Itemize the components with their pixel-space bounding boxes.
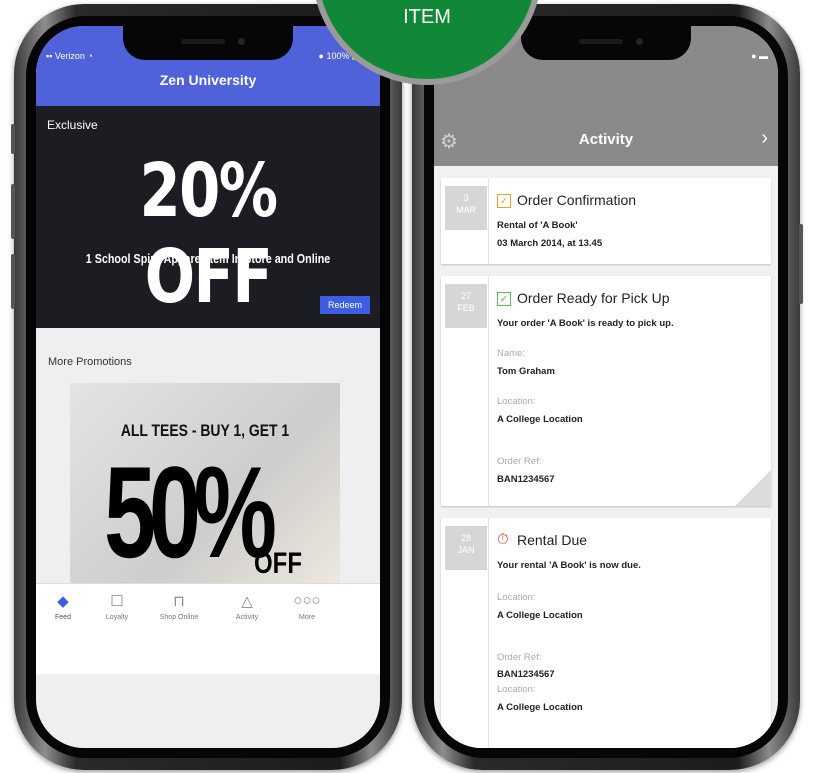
cup-icon: ☐ [110, 593, 124, 610]
promo-subtitle: 1 School Spirit Apparel Item In Store an… [85, 252, 331, 266]
checkbox-icon: ✓ [497, 194, 511, 208]
location-value: A College Location [497, 414, 583, 425]
dots-icon: ○○○ [293, 592, 321, 609]
stopwatch-icon: ⏱ [497, 531, 509, 548]
card-line: 03 March 2014, at 13.45 [497, 238, 603, 249]
tab-loyalty[interactable]: ☐ Loyalty [90, 592, 144, 621]
card-line: Your order 'A Book' is ready to pick up. [497, 318, 674, 329]
card-title: Rental Due [517, 532, 588, 548]
tab-activity[interactable]: △ Activity [220, 592, 274, 621]
app-title: Zen University [159, 72, 257, 88]
badge-text: ITEM [403, 6, 451, 28]
redeem-button[interactable]: Redeem [319, 296, 370, 314]
volume-up-button [11, 184, 15, 239]
tag-icon: ◆ [57, 593, 69, 610]
tee-promo-card[interactable]: ALL TEES - BUY 1, GET 1 50% OFF [70, 383, 340, 583]
card-title: Order Ready for Pick Up [517, 290, 670, 306]
date-badge: 3 MAR [445, 186, 487, 230]
date-badge: 28 JAN [445, 526, 487, 570]
tee-promo-off: OFF [254, 547, 302, 580]
name-value: Tom Graham [497, 366, 555, 377]
bag-icon: ⊓ [173, 593, 185, 610]
bell-icon: △ [241, 593, 253, 610]
location-value: A College Location [497, 610, 583, 621]
order-ref-value: BAN1234567 [497, 669, 555, 680]
order-ref-label: Order Ref: [497, 652, 542, 663]
mute-switch [11, 124, 15, 154]
left-phone: ▪▪ Verizon ◔ 5:48 PM ● 100% Zen Universi… [11, 4, 402, 770]
chevron-right-icon[interactable]: › [761, 127, 768, 150]
order-ref-value: BAN1234567 [497, 474, 555, 485]
activity-card-rental-due[interactable]: 28 JAN ⏱ Rental Due Your rental 'A Book' … [441, 518, 771, 748]
calendar-check-icon: ✓ [497, 292, 511, 306]
activity-card-order-confirmation[interactable]: 3 MAR ✓ Order Confirmation Rental of 'A B… [441, 178, 771, 264]
tee-promo-percent: 50% [104, 439, 277, 583]
exclusive-promo-card[interactable]: Exclusive 20% OFF 1 School Spirit Appare… [36, 106, 380, 328]
right-screen: ◔ 6:08 PM ● ▬ ⚙ Activity › 3MAR ✓ Order … [434, 26, 778, 748]
tab-shop-online[interactable]: ⊓ Shop Online [152, 592, 206, 621]
location-label: Location: [497, 592, 536, 603]
expand-corner[interactable]: ↘ [735, 470, 771, 506]
card-line: Rental of 'A Book' [497, 220, 578, 231]
notch [123, 26, 293, 60]
notch [521, 26, 691, 60]
right-phone: ◔ 6:08 PM ● ▬ ⚙ Activity › 3MAR ✓ Order … [412, 4, 803, 770]
card-title: Order Confirmation [517, 192, 637, 208]
activity-card-ready-for-pickup[interactable]: 27 FEB ✓ Order Ready for Pick Up Your ord… [441, 276, 771, 506]
card-line: Your rental 'A Book' is now due. [497, 560, 641, 571]
location-value: A College Location [497, 702, 583, 713]
power-button [799, 224, 803, 304]
more-promotions-heading: More Promotions [48, 356, 132, 368]
battery-icon: ● ▬ [751, 51, 768, 61]
left-screen: ▪▪ Verizon ◔ 5:48 PM ● 100% Zen Universi… [36, 26, 380, 748]
activity-title: Activity [578, 131, 634, 148]
tab-feed[interactable]: ◆ Feed [36, 592, 90, 621]
location-label: Location: [497, 396, 536, 407]
date-badge: 27 FEB [445, 284, 487, 328]
volume-down-button [11, 254, 15, 309]
tab-bar: ◆ Feed ☐ Loyalty ⊓ Shop Online △ Activit… [36, 583, 380, 674]
order-ref-label: Order Ref: [497, 456, 542, 467]
promo-label: Exclusive [47, 118, 98, 132]
promo-headline: 20% OFF [139, 148, 279, 320]
name-label: Name: [497, 348, 525, 359]
location-label: Location: [497, 684, 536, 695]
tab-more[interactable]: ○○○ More [280, 592, 334, 621]
moon-icon: ● [318, 51, 324, 61]
